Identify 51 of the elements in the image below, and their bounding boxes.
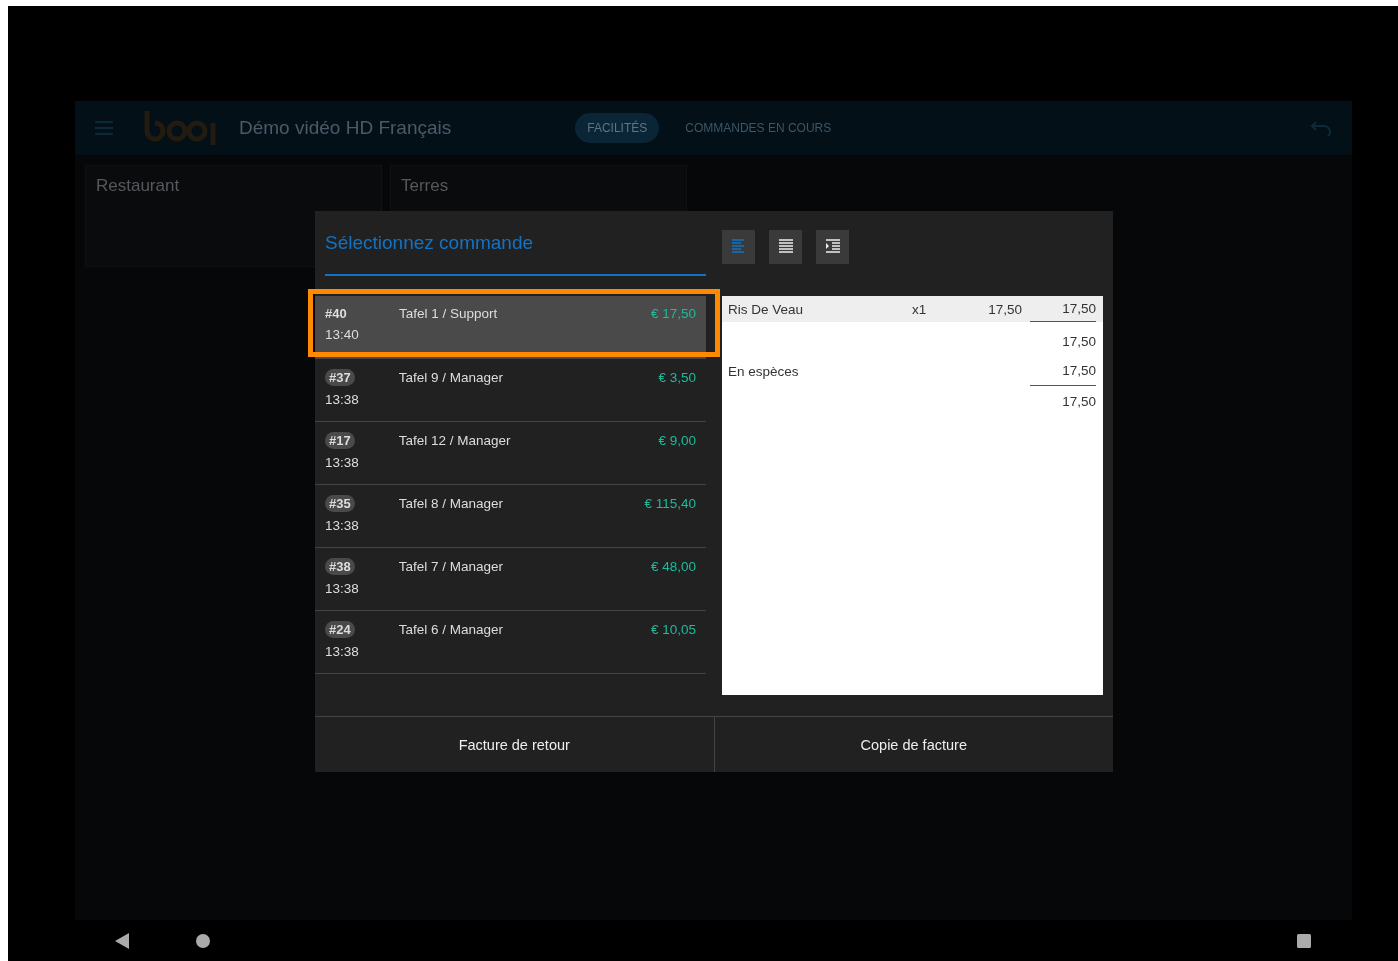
order-time: 13:38 [325,581,360,596]
order-amount: € 115,40 [644,496,696,511]
order-time: 13:38 [325,518,360,533]
order-row[interactable]: #35 Tafel 8 / Manager € 115,40 13:38 [315,485,706,548]
view-button[interactable] [769,230,802,264]
app-title: Démo vidéo HD Français [239,117,452,139]
order-number: #37 [325,369,355,386]
table-name: Tafel 1 / Support [399,306,499,321]
table-name: Tafel 7 / Manager [398,559,504,574]
item-price: 17,50 [987,301,1022,317]
home-icon[interactable] [196,933,210,948]
order-number: #35 [325,495,355,512]
indent-icon [825,239,840,255]
subtotal-amount: 17,50 [1061,332,1096,351]
order-time: 13:38 [325,455,360,470]
table-name: Tafel 12 / Manager [398,433,512,448]
order-row[interactable]: #40 Tafel 1 / Support € 17,50 13:40 [315,296,706,359]
table-name: Tafel 6 / Manager [398,622,504,637]
order-row[interactable]: #38 Tafel 7 / Manager € 48,00 13:38 [315,548,706,611]
order-amount: € 10,05 [650,622,696,637]
table-name: Tafel 9 / Manager [398,370,504,385]
area-name: Terres [401,176,449,195]
order-time: 13:38 [325,392,360,407]
order-number: #38 [325,558,355,575]
align-left-icon [731,239,746,255]
order-amount: € 17,50 [650,306,696,321]
order-row[interactable]: #17 Tafel 12 / Manager € 9,00 13:38 [315,422,706,485]
order-number: #17 [325,432,355,449]
logo-icon [143,111,219,145]
order-number: #24 [325,621,355,638]
order-time: 13:38 [325,644,360,659]
order-number: #40 [325,306,348,321]
dialog-title: Sélectionnez commande [325,211,706,276]
order-amount: € 9,00 [658,433,696,448]
align-justify-icon [778,239,793,255]
order-amount: € 48,00 [650,559,696,574]
back-icon[interactable] [115,932,129,949]
item-total: 17,50 [1030,296,1096,322]
order-row[interactable]: #24 Tafel 6 / Manager € 10,05 13:38 [315,611,706,674]
total-amount: 17,50 [1061,392,1096,411]
payment-amount: 17,50 [1030,356,1096,386]
payment-method: En espèces [728,363,800,379]
recents-icon[interactable] [1297,933,1311,948]
item-quantity: x1 [912,301,928,317]
order-time: 13:40 [325,327,360,342]
order-row[interactable]: #37 Tafel 9 / Manager € 3,50 13:38 [315,359,706,422]
item-name: Ris De Veau [728,301,805,317]
table-name: Tafel 8 / Manager [398,496,504,511]
order-amount: € 3,50 [658,370,696,385]
view-button[interactable] [816,230,849,264]
area-name: Restaurant [96,176,180,195]
